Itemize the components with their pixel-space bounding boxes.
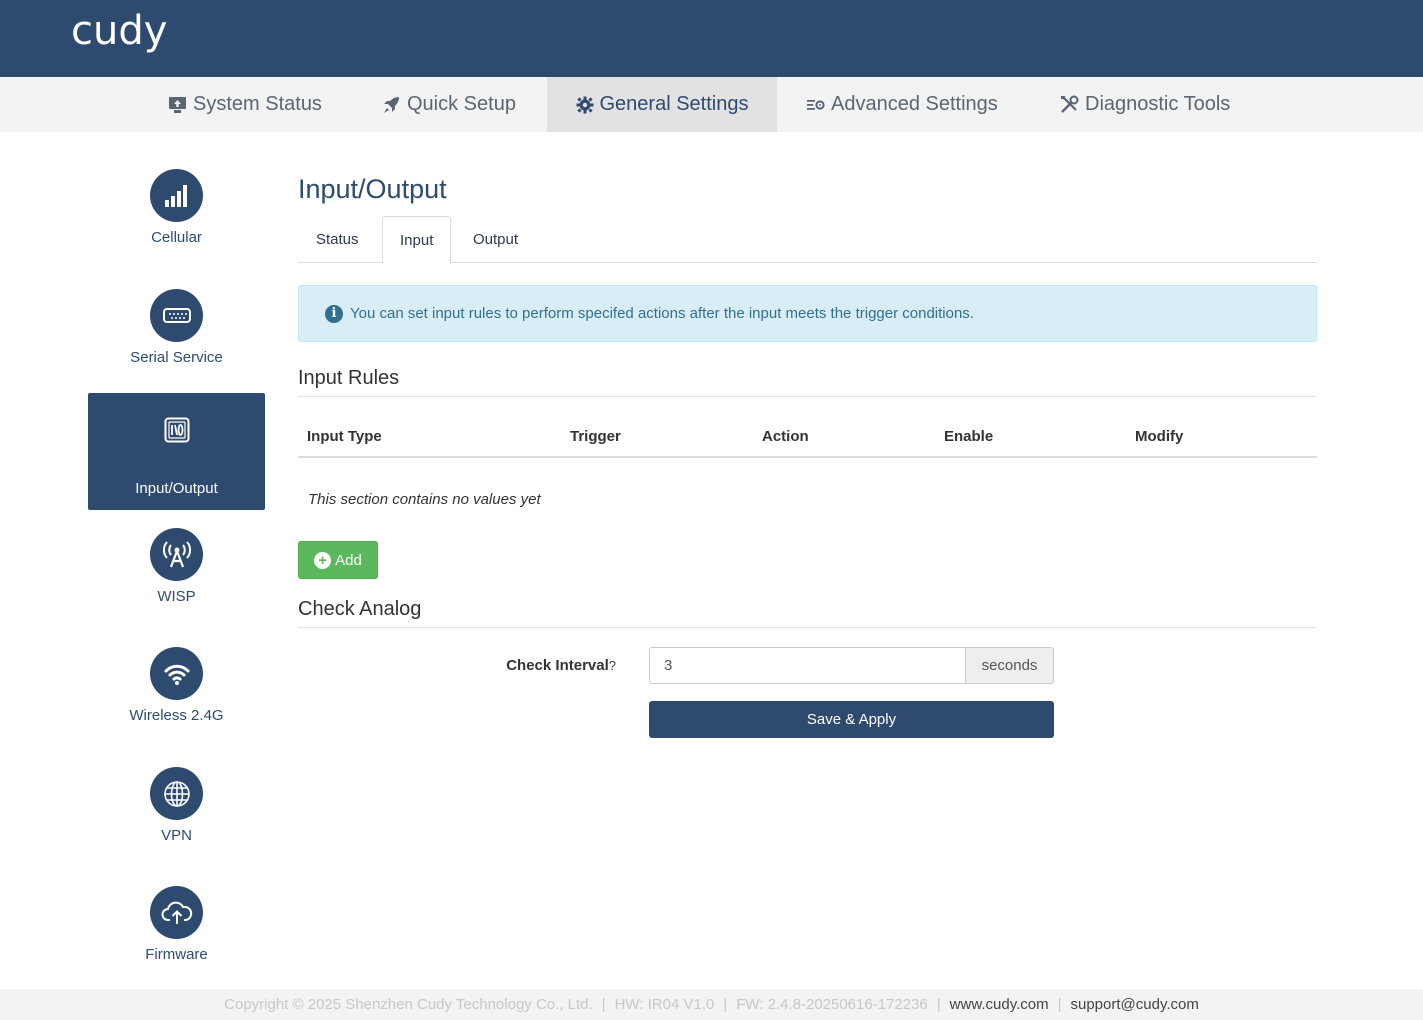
sidebar-icon-circle — [150, 403, 203, 456]
sidebar-item-label: Cellular — [151, 229, 202, 246]
input-rules-title: Input Rules — [298, 367, 1317, 397]
sidebar-icon-circle — [150, 647, 203, 700]
sidebar-item-label: Input/Output — [135, 480, 218, 497]
sidebar-item-vpn[interactable]: VPN — [88, 757, 265, 874]
footer-copyright: Copyright © 2025 Shenzhen Cudy Technolog… — [224, 996, 593, 1013]
rocket-icon — [384, 96, 399, 113]
footer: Copyright © 2025 Shenzhen Cudy Technolog… — [0, 989, 1423, 1020]
sidebar-icon-circle — [150, 289, 203, 342]
cudy-logo[interactable]: cudy — [71, 8, 167, 54]
wrench-screwdriver-icon — [1061, 95, 1079, 113]
add-button-label: Add — [335, 551, 362, 569]
sidebar-item-label: Firmware — [145, 946, 208, 963]
column-header-enable: Enable — [944, 428, 994, 445]
check-analog-title: Check Analog — [298, 598, 1317, 628]
tab-output[interactable]: Output — [456, 216, 535, 263]
sidebar-item-label: Serial Service — [130, 349, 223, 366]
nav-quick-setup[interactable]: Quick Setup — [382, 77, 516, 132]
io-icon — [164, 417, 189, 442]
footer-separator: | — [723, 996, 728, 1013]
cloud-upload-icon — [161, 901, 192, 924]
footer-website-link[interactable]: www.cudy.com — [950, 996, 1049, 1013]
sidebar-item-firmware[interactable]: Firmware — [88, 876, 265, 993]
signal-bars-icon — [164, 184, 187, 207]
check-interval-label: Check Interval? — [420, 657, 616, 674]
serial-port-icon — [162, 307, 191, 323]
footer-hw-version: HW: IR04 V1.0 — [614, 996, 715, 1013]
nav-advanced-settings[interactable]: Advanced Settings — [806, 77, 998, 132]
nav-label: System Status — [193, 93, 322, 115]
gear-icon — [576, 96, 593, 113]
sidebar-icon-circle — [150, 886, 203, 939]
sidebar-item-label: VPN — [161, 827, 192, 844]
page-title: Input/Output — [298, 174, 447, 204]
nav-label: General Settings — [599, 93, 749, 115]
sidebar-item-wisp[interactable]: WISP — [88, 518, 265, 635]
footer-fw-version: FW: 2.4.8-20250616-172236 — [736, 996, 928, 1013]
column-header-input-type: Input Type — [307, 428, 382, 445]
nav-system-status[interactable]: System Status — [168, 77, 322, 132]
column-header-action: Action — [762, 428, 809, 445]
info-icon: i — [325, 304, 343, 323]
tab-bar: Status Input Output — [298, 216, 1317, 264]
globe-icon — [163, 780, 190, 807]
save-apply-button[interactable]: Save & Apply — [649, 701, 1054, 738]
alert-text: You can set input rules to perform speci… — [350, 305, 974, 322]
sidebar-item-cellular[interactable]: Cellular — [88, 159, 265, 276]
nav-label: Advanced Settings — [831, 93, 998, 115]
add-rule-button[interactable]: + Add — [298, 541, 378, 579]
check-interval-label-text: Check Interval — [506, 657, 609, 674]
sidebar-icon-circle — [150, 767, 203, 820]
check-interval-input[interactable]: 3 — [649, 647, 966, 684]
info-alert: i You can set input rules to perform spe… — [298, 285, 1317, 342]
sidebar-item-label: WISP — [157, 588, 196, 605]
footer-separator: | — [1057, 996, 1062, 1013]
antenna-icon — [162, 540, 191, 567]
plus-circle-icon: + — [314, 551, 332, 569]
footer-separator: | — [601, 996, 606, 1013]
table-empty-message: This section contains no values yet — [308, 491, 541, 508]
interval-unit-addon: seconds — [965, 647, 1054, 684]
footer-support-email-link[interactable]: support@cudy.com — [1071, 996, 1199, 1013]
nav-label: Quick Setup — [407, 93, 516, 115]
nav-label: Diagnostic Tools — [1085, 93, 1231, 115]
footer-separator: | — [936, 996, 941, 1013]
top-header: cudy — [0, 0, 1423, 77]
column-header-trigger: Trigger — [570, 428, 621, 445]
main-nav: System Status Quick Setup General Settin… — [0, 77, 1423, 132]
wifi-icon — [164, 664, 189, 685]
help-icon[interactable]: ? — [609, 658, 616, 673]
column-header-modify: Modify — [1135, 428, 1184, 445]
sidebar-icon-circle — [150, 169, 203, 222]
nav-general-settings[interactable]: General Settings — [547, 77, 777, 132]
check-interval-value: 3 — [664, 657, 673, 674]
sidebar-item-label: Wireless 2.4G — [129, 707, 224, 724]
tab-input[interactable]: Input — [382, 216, 452, 264]
sidebar-item-serial-service[interactable]: Serial Service — [88, 279, 265, 396]
monitor-upload-icon — [169, 96, 186, 113]
sliders-gear-icon — [807, 99, 825, 110]
table-header: Input Type Trigger Action Enable Modify — [298, 418, 1317, 458]
sidebar-icon-circle — [150, 528, 203, 581]
nav-diagnostic-tools[interactable]: Diagnostic Tools — [1060, 77, 1230, 132]
sidebar-item-input-output[interactable]: Input/Output — [88, 393, 265, 510]
tab-status[interactable]: Status — [299, 216, 376, 263]
sidebar-item-wireless-24g[interactable]: Wireless 2.4G — [88, 637, 265, 754]
